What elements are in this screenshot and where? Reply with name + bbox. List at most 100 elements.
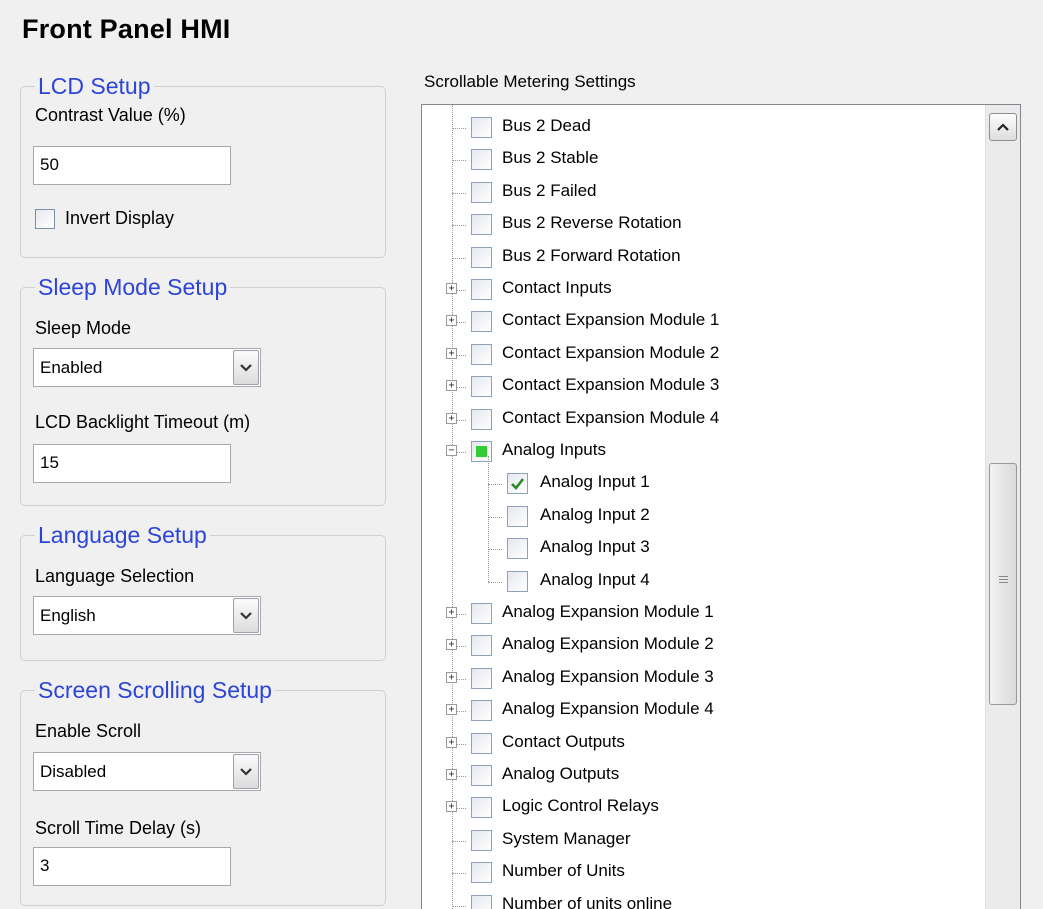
tree-child-item[interactable]: Analog Input 4	[422, 566, 982, 598]
tree-item[interactable]: + Contact Outputs	[422, 728, 982, 760]
tree-item[interactable]: + Analog Expansion Module 1	[422, 598, 982, 630]
tree-item[interactable]: Bus 2 Failed	[422, 177, 982, 209]
tree-connector	[452, 873, 466, 875]
tree-item-checkbox[interactable]	[507, 538, 528, 560]
chevron-up-icon[interactable]	[989, 113, 1017, 141]
chevron-down-icon[interactable]	[233, 598, 259, 633]
tree-item-label: Analog Inputs	[502, 440, 606, 459]
tree-child-item[interactable]: Analog Input 1	[422, 468, 982, 500]
scrollbar-thumb[interactable]	[989, 463, 1017, 705]
metering-tree[interactable]: Bus 2 Dead Bus 2 Stable Bus 2 Failed Bus 2 …	[421, 104, 1021, 909]
tree-item-checkbox[interactable]	[471, 117, 492, 138]
tree-item-label: Analog Input 2	[540, 504, 650, 524]
invert-display-label[interactable]: Invert Display	[65, 208, 174, 229]
contrast-label: Contrast Value (%)	[35, 105, 186, 125]
tree-item[interactable]: + Contact Expansion Module 4	[422, 404, 982, 436]
tree-item-label: Bus 2 Forward Rotation	[502, 245, 681, 265]
tree-item-checkbox[interactable]	[471, 279, 492, 300]
tree-connector	[452, 257, 466, 259]
plus-icon[interactable]: +	[446, 412, 457, 424]
sleep-mode-select[interactable]: Enabled	[33, 348, 261, 387]
scroll-delay-label: Scroll Time Delay (s)	[35, 818, 202, 838]
tree-item-checkbox[interactable]	[471, 343, 492, 365]
tree-child-item[interactable]: Analog Input 2	[422, 501, 982, 533]
scroll-delay-input[interactable]: 3	[33, 847, 231, 886]
invert-display-checkbox[interactable]	[35, 209, 55, 229]
tree-item-checkbox[interactable]	[471, 862, 492, 884]
tree-item-checkbox[interactable]	[471, 732, 492, 754]
tree-item[interactable]: Number of Units	[422, 857, 982, 889]
enable-scroll-select[interactable]: Disabled	[33, 752, 261, 791]
language-select[interactable]: English	[33, 596, 261, 635]
tree-item-label: System Manager	[502, 828, 631, 848]
tree-scrollbar[interactable]	[985, 105, 1020, 909]
tree-item[interactable]: Bus 2 Reverse Rotation	[422, 209, 982, 241]
tree-item[interactable]: + Contact Expansion Module 2	[422, 339, 982, 371]
tree-item[interactable]: Bus 2 Forward Rotation	[422, 242, 982, 274]
plus-icon[interactable]: +	[446, 801, 457, 813]
tree-item-checkbox[interactable]	[471, 700, 492, 722]
screen-scrolling-group: Screen Scrolling Setup Enable Scroll Dis…	[20, 676, 386, 906]
lcd-setup-group: LCD Setup Contrast Value (%) 50 Invert D…	[20, 72, 386, 258]
tree-item-checkbox[interactable]	[471, 797, 492, 819]
tree-item-label: Number of units online	[502, 893, 673, 909]
tree-item[interactable]: System Manager	[422, 825, 982, 857]
tree-item-checkbox[interactable]	[507, 570, 528, 592]
backlight-timeout-input[interactable]: 15	[33, 444, 231, 483]
plus-icon[interactable]: +	[446, 283, 457, 294]
tree-item-checkbox[interactable]	[471, 765, 492, 786]
tree-item-checkbox[interactable]	[471, 311, 492, 333]
tree-item-label: Analog Outputs	[502, 764, 620, 783]
enable-scroll-value: Disabled	[40, 762, 107, 781]
plus-icon[interactable]: +	[446, 607, 457, 618]
plus-icon[interactable]: +	[446, 704, 457, 716]
tree-item-checkbox[interactable]	[471, 635, 492, 657]
tree-child-item[interactable]: Analog Input 3	[422, 533, 982, 565]
tree-item[interactable]: − Analog Inputs	[422, 436, 982, 468]
tree-item-checkbox[interactable]	[471, 667, 492, 689]
tree-item-checkbox[interactable]	[471, 408, 492, 430]
tree-item[interactable]: Bus 2 Stable	[422, 144, 982, 176]
tree-item[interactable]: Bus 2 Dead	[422, 112, 982, 144]
sleep-mode-label: Sleep Mode	[35, 318, 132, 338]
plus-icon[interactable]: +	[446, 639, 457, 651]
tree-item-checkbox[interactable]	[471, 894, 492, 909]
tree-item-checkbox[interactable]	[471, 149, 492, 171]
tree-item[interactable]: + Analog Expansion Module 2	[422, 630, 982, 662]
minus-icon[interactable]: −	[446, 445, 457, 456]
tree-item-checkbox[interactable]	[471, 829, 492, 851]
language-value: English	[40, 606, 96, 625]
tree-item-checkbox[interactable]	[471, 246, 492, 268]
tree-item-checkbox[interactable]	[507, 505, 528, 527]
chevron-down-icon[interactable]	[233, 754, 259, 789]
screen-scrolling-legend: Screen Scrolling Setup	[35, 676, 275, 704]
tree-item-checkbox[interactable]	[471, 214, 492, 236]
tree-item[interactable]: + Analog Expansion Module 3	[422, 663, 982, 695]
plus-icon[interactable]: +	[446, 347, 457, 359]
tree-item[interactable]: + Contact Expansion Module 3	[422, 371, 982, 403]
tree-item-checkbox[interactable]	[507, 473, 528, 495]
tree-item[interactable]: + Analog Outputs	[422, 760, 982, 792]
tree-item-label: Bus 2 Failed	[502, 180, 597, 200]
check-icon	[511, 478, 525, 491]
language-selection-label: Language Selection	[35, 566, 195, 586]
tree-item[interactable]: + Analog Expansion Module 4	[422, 695, 982, 727]
tree-item[interactable]: + Contact Inputs	[422, 274, 982, 306]
contrast-input[interactable]: 50	[33, 146, 231, 185]
plus-icon[interactable]: +	[446, 671, 457, 683]
tree-item[interactable]: Number of units online	[422, 890, 982, 909]
plus-icon[interactable]: +	[446, 736, 457, 748]
tree-item-label: Analog Input 3	[540, 537, 650, 557]
plus-icon[interactable]: +	[446, 769, 457, 780]
tree-connector	[452, 905, 466, 907]
plus-icon[interactable]: +	[446, 380, 457, 392]
tree-item-checkbox[interactable]	[471, 376, 492, 398]
tree-item-label: Analog Expansion Module 2	[502, 634, 714, 654]
chevron-down-icon[interactable]	[233, 350, 259, 385]
tree-item-checkbox[interactable]	[471, 181, 492, 203]
tree-item[interactable]: + Logic Control Relays	[422, 792, 982, 824]
tree-item-label: Bus 2 Reverse Rotation	[502, 213, 682, 233]
plus-icon[interactable]: +	[446, 315, 457, 327]
tree-item[interactable]: + Contact Expansion Module 1	[422, 306, 982, 338]
tree-item-checkbox[interactable]	[471, 603, 492, 624]
